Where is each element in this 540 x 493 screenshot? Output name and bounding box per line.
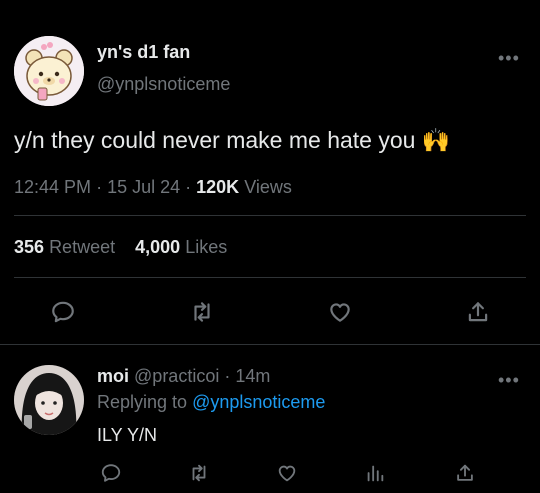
replying-handle-link[interactable]: @ynplsnoticeme — [192, 392, 325, 412]
analytics-icon — [367, 465, 384, 482]
replying-to: Replying to @ynplsnoticeme — [97, 392, 325, 413]
divider — [0, 344, 540, 345]
meta-separator: · — [96, 177, 108, 197]
reply-button[interactable] — [48, 297, 78, 327]
reply-retweet-button[interactable] — [184, 458, 214, 488]
tweet-body: y/n they could never make me hate you — [14, 127, 416, 153]
tweet-text: y/n they could never make me hate you 🙌 — [14, 127, 450, 154]
reply-icon — [101, 464, 121, 482]
replying-prefix: Replying to — [97, 392, 188, 412]
bear-avatar-image — [14, 36, 84, 106]
reply-text: ILY Y/N — [97, 425, 158, 445]
meta-separator: · — [185, 177, 197, 197]
share-icon — [457, 464, 473, 481]
reply-like-button[interactable] — [272, 458, 302, 488]
meta-separator: · — [224, 366, 236, 386]
avatar[interactable] — [14, 36, 84, 106]
more-options-icon[interactable]: ••• — [498, 370, 520, 391]
reply-display-name[interactable]: moi — [97, 366, 129, 386]
more-options-icon[interactable]: ••• — [498, 48, 520, 69]
share-button[interactable] — [463, 297, 493, 327]
user-handle[interactable]: @ynplsnoticeme — [97, 74, 230, 95]
like-icon — [330, 303, 350, 322]
reply-analytics-button[interactable] — [360, 458, 390, 488]
likes-count: 4,000 — [135, 237, 181, 257]
retweet-button[interactable] — [187, 297, 217, 327]
raising-hands-emoji: 🙌 — [421, 127, 451, 153]
likes-stat[interactable]: 4,000 Likes — [135, 237, 227, 257]
reply-share-button[interactable] — [450, 458, 480, 488]
reply-avatar-image — [14, 365, 84, 435]
views-count: 120K — [196, 177, 240, 197]
likes-label: Likes — [185, 237, 228, 257]
tweet-stats: 356 Retweet 4,000 Likes — [14, 237, 227, 258]
reply-header: moi @practicoi · 14m — [97, 366, 270, 387]
like-button[interactable] — [325, 297, 355, 327]
divider — [14, 277, 526, 278]
display-name[interactable]: yn's d1 fan — [97, 42, 190, 63]
retweet-icon — [192, 464, 206, 482]
reply-handle[interactable]: @practicoi — [134, 366, 219, 386]
reply-age[interactable]: 14m — [235, 366, 270, 386]
tweet-meta: 12:44 PM · 15 Jul 24 · 120K Views — [14, 177, 292, 198]
reply-avatar[interactable] — [14, 365, 84, 435]
retweets-label: Retweet — [49, 237, 116, 257]
retweets-count: 356 — [14, 237, 45, 257]
divider — [14, 215, 526, 216]
tweet-time[interactable]: 12:44 PM — [14, 177, 91, 197]
reply-reply-button[interactable] — [96, 458, 126, 488]
reply-icon — [52, 301, 74, 323]
views-label: Views — [244, 177, 292, 197]
tweet-date[interactable]: 15 Jul 24 — [107, 177, 180, 197]
retweets-stat[interactable]: 356 Retweet — [14, 237, 115, 257]
like-icon — [278, 465, 296, 482]
share-icon — [468, 302, 488, 322]
retweet-icon — [194, 302, 210, 322]
